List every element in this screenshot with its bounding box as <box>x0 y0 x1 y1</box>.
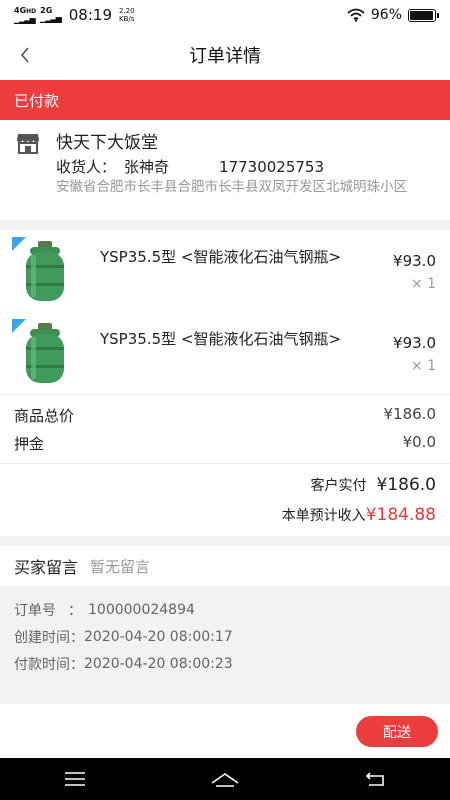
summary-divider <box>0 463 450 464</box>
wifi-icon <box>347 8 365 22</box>
order-number-separator: ： <box>68 602 82 619</box>
network-hd-label: HD <box>26 7 37 15</box>
goods-quantity: × 1 <box>410 358 436 374</box>
receiver-name: 张神奇 <box>124 158 170 176</box>
deposit-row: 押金 ¥0.0 <box>14 433 436 454</box>
created-time-value: 2020-04-20 08:00:17 <box>84 628 233 645</box>
price-summary: 商品总价 ¥186.0 押金 ¥0.0 客户实付 ¥186.0 本单预计收入¥18… <box>0 394 450 536</box>
expected-income-row: 本单预计收入¥184.88 <box>282 505 436 525</box>
buyer-message-value: 暂无留言 <box>90 557 151 576</box>
receiver-label: 收货人： <box>56 158 117 176</box>
deliver-button[interactable]: 配送 <box>356 716 438 747</box>
receiver-address: 安徽省合肥市长丰县合肥市长丰县双凤开发区北城明珠小区 <box>56 179 407 195</box>
battery-percent: 96% <box>370 7 402 23</box>
store-icon <box>17 134 39 154</box>
deposit-label: 押金 <box>14 435 45 453</box>
created-time-label: 创建时间： <box>14 629 84 646</box>
expected-income-value: ¥184.88 <box>365 505 436 525</box>
order-number-value: 100000024894 <box>88 601 195 618</box>
status-time: 08:19 <box>68 6 112 24</box>
page-title: 订单详情 <box>189 46 261 67</box>
order-info: 订单号 ： 100000024894 创建时间： 2020-04-20 08:0… <box>0 586 450 704</box>
status-right: 96% <box>347 7 439 23</box>
goods-list: YSP35.5型 <智能液化石油气钢瓶> ¥93.0 × 1 YSP35.5型 … <box>0 230 450 394</box>
status-left: 4GHD ▁▂▃▅ 2G ▁▂▃▅ 08:19 2.20 KB/s <box>14 6 135 24</box>
customer-paid-label: 客户实付 <box>310 478 367 494</box>
goods-total-row: 商品总价 ¥186.0 <box>14 405 436 426</box>
system-nav-bar <box>0 758 450 800</box>
order-number-row: 订单号 ： 100000024894 <box>14 596 436 623</box>
order-status-banner: 已付款 <box>0 80 450 120</box>
network-speed: 2.20 KB/s <box>119 7 135 23</box>
gas-cylinder-image <box>12 319 64 383</box>
order-status-text: 已付款 <box>14 91 60 110</box>
receiver-line: 收货人： 张神奇 17730025753 <box>56 156 324 177</box>
signal-indicator-2g: 2G ▁▂▃▅ <box>40 6 62 23</box>
goods-quantity: × 1 <box>410 276 436 292</box>
gas-cylinder-image <box>12 237 64 301</box>
expected-income-label: 本单预计收入 <box>281 508 366 524</box>
paid-time-row: 付款时间： 2020-04-20 08:00:23 <box>14 650 436 677</box>
order-number-label: 订单号 <box>14 602 56 619</box>
customer-paid-value: ¥186.0 <box>376 475 436 495</box>
back-arrow-icon[interactable] <box>355 764 395 794</box>
goods-name: YSP35.5型 <智能液化石油气钢瓶> <box>100 248 342 266</box>
battery-icon <box>408 8 439 22</box>
goods-name: YSP35.5型 <智能液化石油气钢瓶> <box>100 330 342 348</box>
network-speed-value: 2.20 <box>119 7 135 15</box>
shop-card: 快天下大饭堂 收货人： 张神奇 17730025753 安徽省合肥市长丰县合肥市长丰… <box>0 120 450 220</box>
goods-price: ¥93.0 <box>393 334 436 352</box>
customer-paid-row: 客户实付 ¥186.0 <box>311 475 436 495</box>
network-4g-label: 4G <box>14 5 27 15</box>
buyer-message: 买家留言 暂无留言 <box>0 546 450 586</box>
buyer-message-label: 买家留言 <box>14 558 79 577</box>
goods-total-value: ¥186.0 <box>383 405 437 423</box>
network-speed-unit: KB/s <box>119 15 135 23</box>
goods-price: ¥93.0 <box>393 252 436 270</box>
menu-icon[interactable] <box>55 764 95 794</box>
goods-total-label: 商品总价 <box>14 407 75 425</box>
nav-bar: 订单详情 <box>0 30 450 80</box>
paid-time-value: 2020-04-20 08:00:23 <box>84 655 233 672</box>
status-bar: 4GHD ▁▂▃▅ 2G ▁▂▃▅ 08:19 2.20 KB/s 96% <box>0 0 450 30</box>
created-time-row: 创建时间： 2020-04-20 08:00:17 <box>14 623 436 650</box>
goods-item[interactable]: YSP35.5型 <智能液化石油气钢瓶> ¥93.0 × 1 <box>0 312 450 394</box>
deposit-value: ¥0.0 <box>402 433 436 451</box>
signal-indicator-4g: 4GHD ▁▂▃▅ <box>14 5 37 24</box>
paid-time-label: 付款时间： <box>14 656 84 673</box>
battery-fill <box>410 10 434 20</box>
home-icon[interactable] <box>205 764 245 794</box>
goods-item[interactable]: YSP35.5型 <智能液化石油气钢瓶> ¥93.0 × 1 <box>0 230 450 312</box>
receiver-phone[interactable]: 17730025753 <box>219 158 324 176</box>
bottom-action-bar: 配送 <box>0 704 450 758</box>
chevron-left-icon[interactable] <box>12 42 38 68</box>
shop-name: 快天下大饭堂 <box>56 133 158 153</box>
